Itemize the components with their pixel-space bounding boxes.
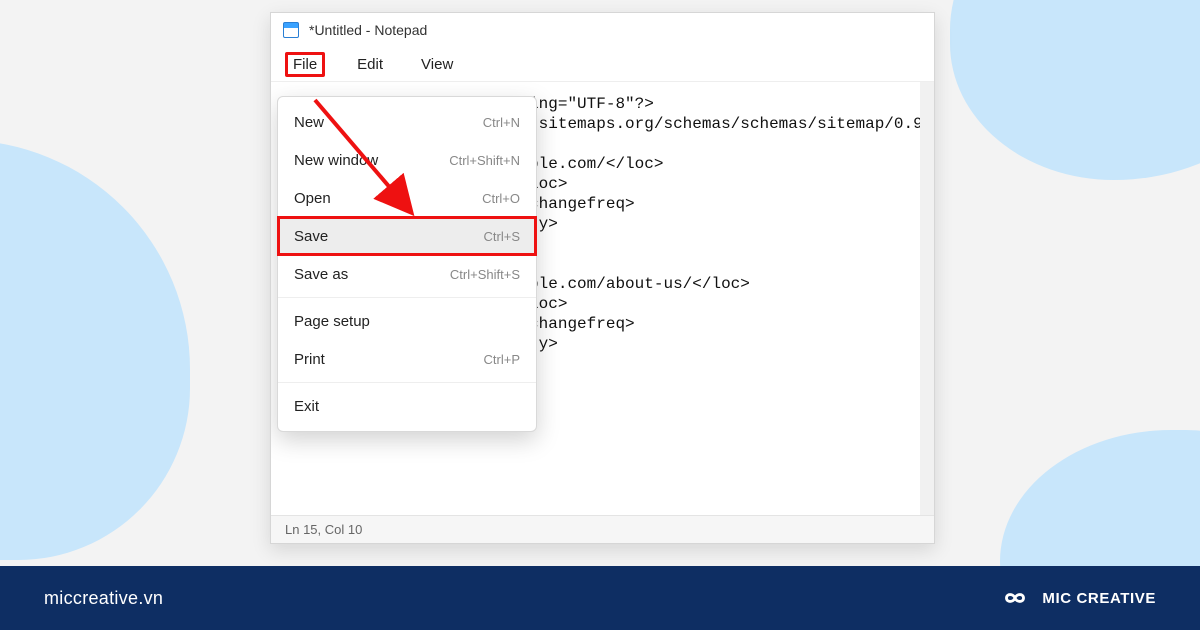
statusbar: Ln 15, Col 10 <box>271 515 934 543</box>
window-title: *Untitled - Notepad <box>309 22 427 38</box>
menu-separator <box>278 382 536 383</box>
menu-item-shortcut: Ctrl+P <box>484 352 520 367</box>
site-url: miccreative.vn <box>44 588 163 609</box>
menu-item-shortcut: Ctrl+Shift+N <box>449 153 520 168</box>
menu-item-label: Print <box>294 351 325 368</box>
footer-banner: miccreative.vn MIC CREATIVE <box>0 566 1200 630</box>
editor-area: <?xml version="1.0" encoding="UTF-8"?> <… <box>271 81 934 515</box>
menu-separator <box>278 297 536 298</box>
menu-item-label: Open <box>294 190 331 207</box>
titlebar: *Untitled - Notepad <box>271 13 934 47</box>
menu-file[interactable]: File <box>285 52 325 77</box>
menu-item-label: New <box>294 114 324 131</box>
menu-item-label: Page setup <box>294 313 370 330</box>
menu-edit[interactable]: Edit <box>351 53 389 76</box>
file-dropdown: New Ctrl+N New window Ctrl+Shift+N Open Ctrl+… <box>277 96 537 432</box>
vertical-scrollbar[interactable] <box>920 82 934 515</box>
file-menu-page-setup[interactable]: Page setup <box>278 302 536 340</box>
notepad-window: *Untitled - Notepad File Edit View <?xml… <box>270 12 935 544</box>
brand-text: MIC CREATIVE <box>1042 590 1156 607</box>
decorative-blob <box>950 0 1200 180</box>
brand: MIC CREATIVE <box>998 586 1156 610</box>
infinity-logo-icon <box>998 586 1032 610</box>
menu-item-shortcut: Ctrl+S <box>484 229 520 244</box>
menu-item-label: Save <box>294 228 328 245</box>
cursor-position: Ln 15, Col 10 <box>285 522 362 537</box>
file-menu-new[interactable]: New Ctrl+N <box>278 103 536 141</box>
menu-item-label: Save as <box>294 266 348 283</box>
menu-view[interactable]: View <box>415 53 459 76</box>
decorative-blob <box>0 140 190 560</box>
menu-item-shortcut: Ctrl+O <box>482 191 520 206</box>
stage: *Untitled - Notepad File Edit View <?xml… <box>0 0 1200 630</box>
file-menu-save-as[interactable]: Save as Ctrl+Shift+S <box>278 255 536 293</box>
menu-item-shortcut: Ctrl+N <box>483 115 520 130</box>
menu-item-label: New window <box>294 152 378 169</box>
file-menu-new-window[interactable]: New window Ctrl+Shift+N <box>278 141 536 179</box>
file-menu-save[interactable]: Save Ctrl+S <box>278 217 536 255</box>
menu-item-shortcut: Ctrl+Shift+S <box>450 267 520 282</box>
file-menu-open[interactable]: Open Ctrl+O <box>278 179 536 217</box>
notepad-icon <box>283 22 299 38</box>
menubar: File Edit View <box>271 47 934 81</box>
file-menu-print[interactable]: Print Ctrl+P <box>278 340 536 378</box>
menu-item-label: Exit <box>294 398 319 415</box>
file-menu-exit[interactable]: Exit <box>278 387 536 425</box>
